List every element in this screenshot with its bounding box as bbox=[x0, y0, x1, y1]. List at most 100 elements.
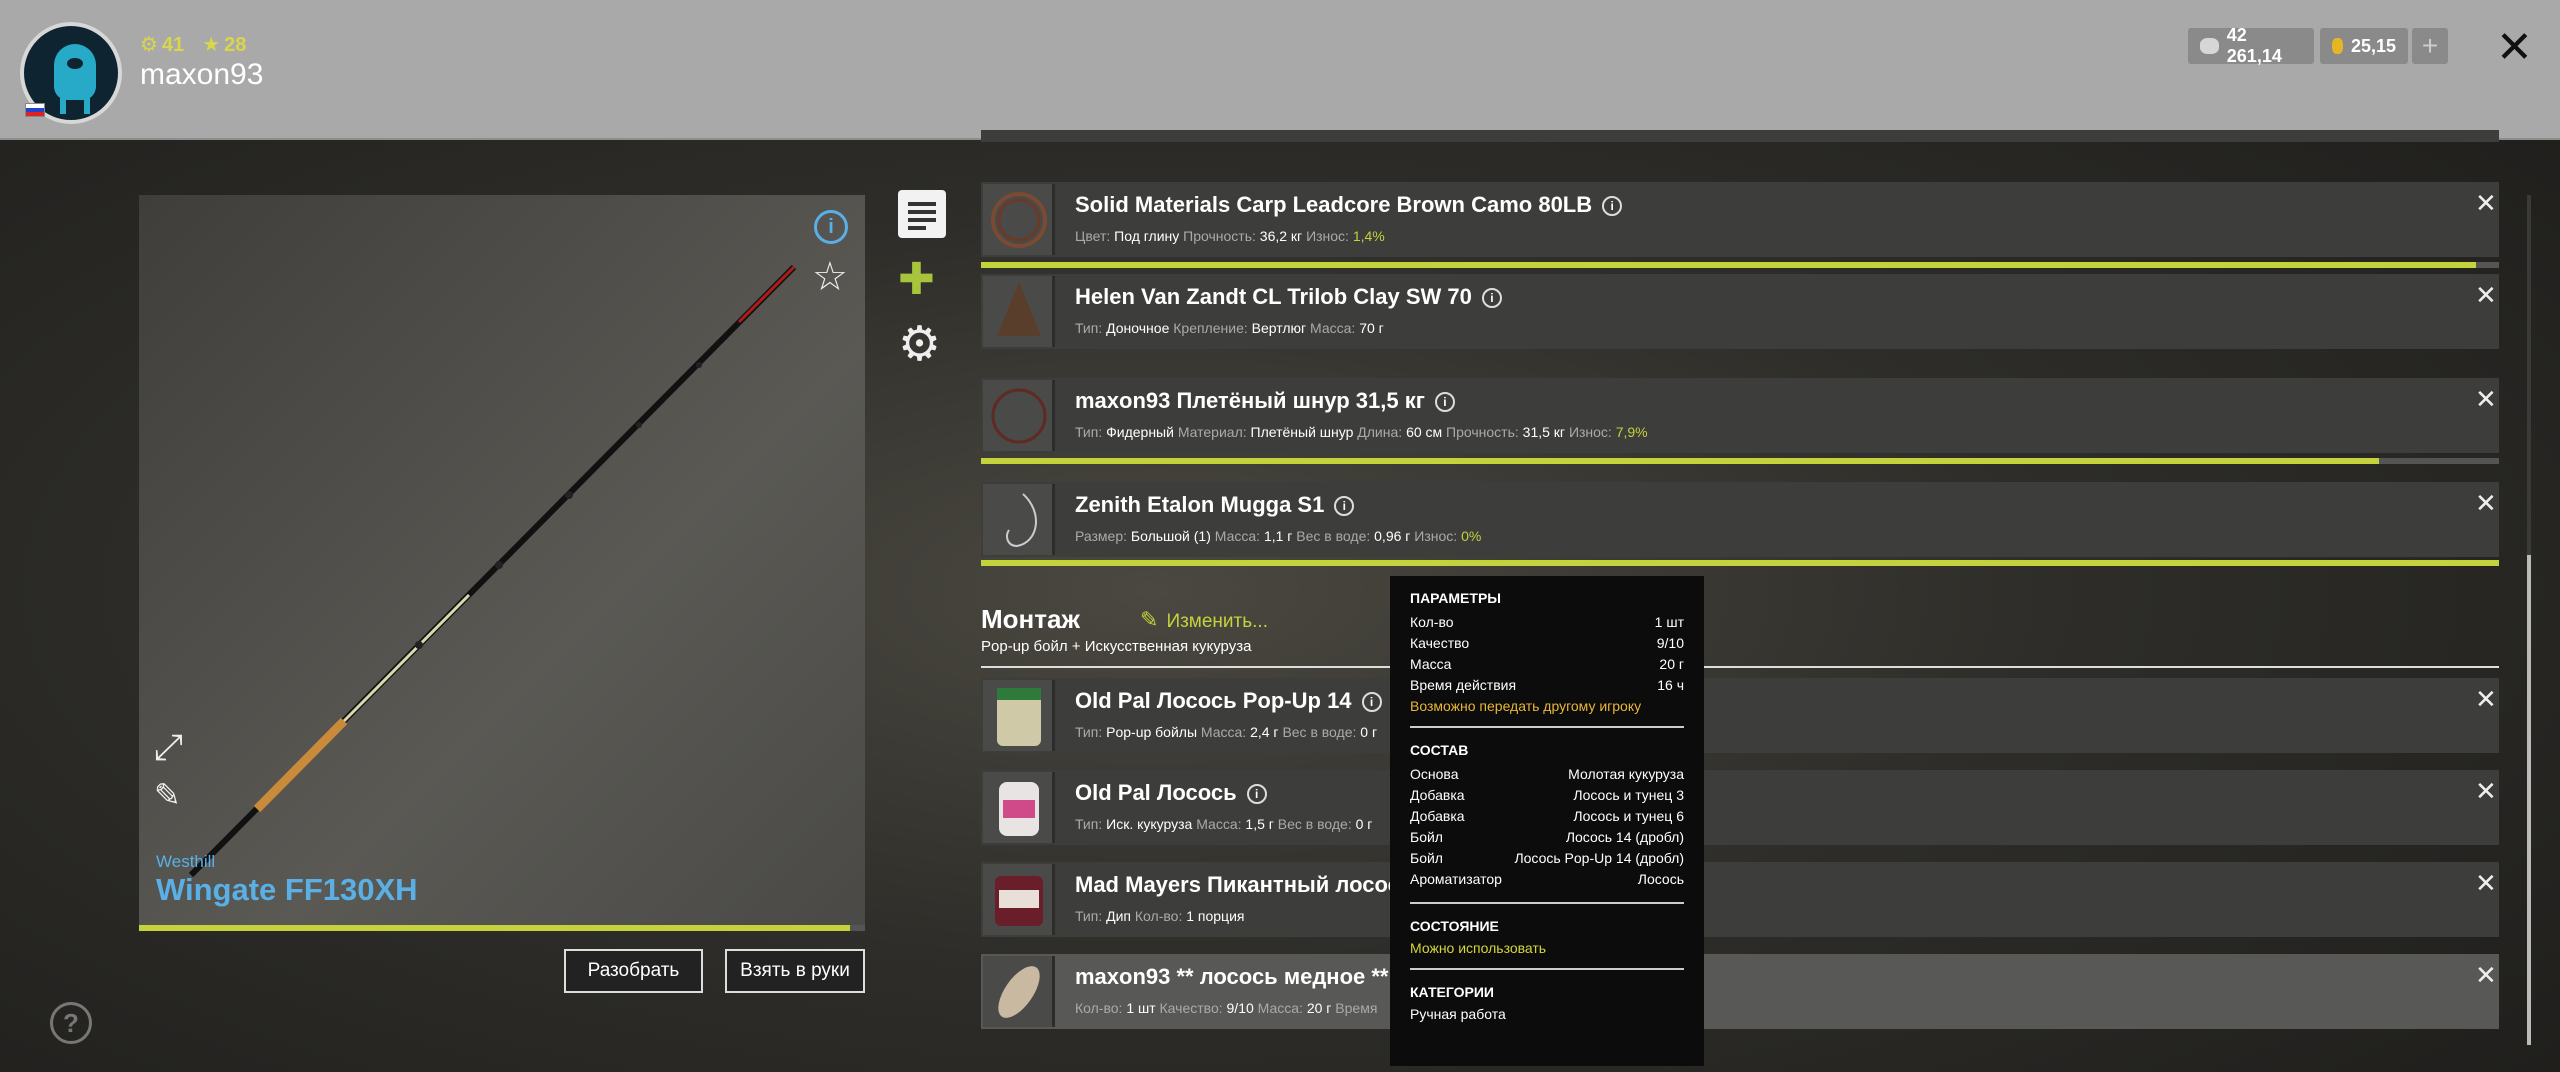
tooltip-row-key: Время действия bbox=[1410, 677, 1517, 693]
player-stats: ⚙ 41 ★ 28 bbox=[140, 32, 246, 57]
tooltip-row-value: Лосось и тунец 3 bbox=[1573, 787, 1684, 803]
item-info-icon[interactable]: i bbox=[1481, 288, 1502, 308]
prop-value: Фидерный bbox=[1106, 424, 1174, 440]
silver-amount: 42 261,14 bbox=[2226, 25, 2282, 66]
expand-icon[interactable]: ⤢ bbox=[154, 726, 183, 769]
item-info-icon[interactable]: i bbox=[1246, 784, 1267, 804]
tooltip-params-title: ПАРАМЕТРЫ bbox=[1410, 590, 1501, 606]
item-thumbnail bbox=[983, 864, 1055, 935]
puzzle-icon[interactable]: ✚ bbox=[898, 254, 946, 304]
prop-value: Pop-up бойлы bbox=[1106, 724, 1198, 740]
prop-value: Доночное bbox=[1106, 320, 1170, 336]
item-thumbnail bbox=[983, 184, 1055, 255]
list-item[interactable]: Solid Materials Carp Leadcore Brown Camo… bbox=[981, 182, 2499, 257]
list-item-selected[interactable]: maxon93 ** лосось медное **i Кол-во: 1 ш… bbox=[981, 954, 2499, 1029]
change-montage-link[interactable]: ✎ Изменить... bbox=[1140, 607, 1268, 633]
rod-preview-panel bbox=[139, 195, 865, 929]
tooltip-row-key: Бойл bbox=[1410, 850, 1443, 866]
tooltip-row-key: Масса bbox=[1410, 656, 1452, 672]
item-info-icon[interactable]: i bbox=[1602, 196, 1623, 216]
level-icon: ⚙ bbox=[140, 34, 158, 56]
prop-value: 1,5 г bbox=[1245, 816, 1274, 832]
list-item[interactable]: Old Pal Лосось Pop-Up 14 i Тип: Pop-up бо… bbox=[981, 678, 2499, 753]
help-icon[interactable]: ? bbox=[50, 1002, 92, 1044]
item-wear-bar bbox=[981, 458, 2499, 464]
remove-item-button[interactable]: ✕ bbox=[2475, 868, 2497, 899]
prop-key: Вес в воде: bbox=[1282, 724, 1361, 740]
tooltip-row-value: Лосось bbox=[1637, 871, 1684, 887]
prop-key: Масса: bbox=[1257, 1000, 1307, 1016]
scrollbar[interactable] bbox=[2527, 195, 2531, 1045]
item-name: maxon93 Плетёный шнур 31,5 кг i bbox=[1075, 388, 1455, 414]
prop-value: 36,2 кг bbox=[1259, 228, 1303, 244]
prop-key: Масса: bbox=[1200, 724, 1251, 740]
prop-key: Длина: bbox=[1357, 424, 1407, 440]
rod-image bbox=[188, 264, 797, 878]
prop-value: Иск. кукуруза bbox=[1106, 816, 1193, 832]
item-thumbnail bbox=[983, 772, 1055, 843]
list-item[interactable]: Helen Van Zandt CL Trilob Clay SW 70 i Ти… bbox=[981, 274, 2499, 349]
russia-flag-icon bbox=[25, 103, 45, 117]
prop-value: 7,9% bbox=[1615, 424, 1648, 440]
document-icon[interactable] bbox=[898, 190, 946, 238]
rod-name: Wingate FF130XH bbox=[156, 872, 418, 907]
remove-item-button[interactable]: ✕ bbox=[2475, 384, 2497, 415]
remove-item-button[interactable]: ✕ bbox=[2475, 960, 2497, 991]
silver-balance: 42 261,14 bbox=[2188, 25, 2314, 66]
player-rank: 28 bbox=[224, 34, 247, 56]
add-currency-button[interactable]: + bbox=[2412, 28, 2448, 64]
item-name: Old Pal Лосось Pop-Up 14 i bbox=[1075, 688, 1382, 714]
paint-brush-icon[interactable]: ✎ bbox=[154, 776, 181, 814]
tooltip-row: Основа Молотая кукуруза bbox=[1410, 764, 1684, 785]
item-props: Тип: Доночное Крепление: Вертлюг Масса: … bbox=[1075, 320, 1384, 336]
gold-coins-icon bbox=[2332, 38, 2343, 54]
item-info-icon[interactable]: i bbox=[1361, 692, 1382, 712]
remove-item-button[interactable]: ✕ bbox=[2475, 684, 2497, 715]
tooltip-row-key: Качество bbox=[1410, 635, 1470, 651]
gear-icon[interactable]: ⚙ bbox=[898, 316, 946, 371]
favorite-star-icon[interactable]: ☆ bbox=[812, 254, 848, 300]
item-info-icon[interactable]: i bbox=[1434, 392, 1455, 412]
montage-subtitle: Pop-up бойл + Искусственная кукуруза bbox=[981, 638, 1252, 655]
tooltip-row-value: Лосось Pop-Up 14 (дробл) bbox=[1514, 850, 1684, 866]
list-item[interactable]: maxon93 Плетёный шнур 31,5 кг i Тип: Фиде… bbox=[981, 378, 2499, 453]
player-level: 41 bbox=[161, 34, 185, 56]
remove-item-button[interactable]: ✕ bbox=[2475, 280, 2497, 311]
prop-value: 31,5 кг bbox=[1522, 424, 1566, 440]
prop-value: 20 г bbox=[1306, 1000, 1332, 1016]
remove-item-button[interactable]: ✕ bbox=[2475, 776, 2497, 807]
prop-value: Большой (1) bbox=[1130, 528, 1211, 544]
prop-value: 1 порция bbox=[1186, 908, 1245, 924]
item-tooltip: ПАРАМЕТРЫ Кол-во 1 шт Качество 9/10 Масса 20 … bbox=[1390, 576, 1704, 1066]
close-button[interactable]: ✕ bbox=[2496, 22, 2533, 73]
prop-value: Дип bbox=[1106, 908, 1132, 924]
prop-value: 60 см bbox=[1406, 424, 1443, 440]
rod-brand: Westhill bbox=[156, 852, 216, 871]
tooltip-row-value: Лосось 14 (дробл) bbox=[1565, 829, 1684, 845]
item-thumbnail bbox=[983, 956, 1055, 1027]
top-bar: ⚙ 41 ★ 28 maxon93 42 261,14 25,15 + ✕ bbox=[0, 0, 2560, 140]
disassemble-button[interactable]: Разобрать bbox=[564, 949, 703, 993]
prop-value: 1,1 г bbox=[1263, 528, 1293, 544]
info-icon[interactable]: i bbox=[814, 210, 848, 244]
list-item-partial bbox=[981, 130, 2499, 142]
list-item[interactable]: Mad Mayers Пикантный лосось Тип: Дип Кол… bbox=[981, 862, 2499, 937]
prop-key: Масса: bbox=[1214, 528, 1264, 544]
tooltip-state-value: Можно использовать bbox=[1410, 940, 1547, 956]
take-in-hands-button[interactable]: Взять в руки bbox=[725, 949, 865, 993]
prop-value: 0% bbox=[1461, 528, 1482, 544]
remove-item-button[interactable]: ✕ bbox=[2475, 188, 2497, 219]
tooltip-categories-title: КАТЕГОРИИ bbox=[1410, 984, 1494, 1000]
gold-amount: 25,15 bbox=[2350, 35, 2396, 56]
item-info-icon[interactable]: i bbox=[1334, 496, 1355, 516]
list-item[interactable]: Zenith Etalon Mugga S1 i Размер: Большой … bbox=[981, 482, 2499, 557]
prop-value: 1,4% bbox=[1352, 228, 1385, 244]
remove-item-button[interactable]: ✕ bbox=[2475, 488, 2497, 519]
prop-key: Вес в воде: bbox=[1277, 816, 1356, 832]
tooltip-row-key: Добавка bbox=[1410, 787, 1465, 803]
item-props: Кол-во: 1 шт Качество: 9/10 Масса: 20 г … bbox=[1075, 1000, 1377, 1016]
list-item[interactable]: Old Pal Лосось i Тип: Иск. кукуруза Масса… bbox=[981, 770, 2499, 845]
prop-key: Прочность: bbox=[1183, 228, 1260, 244]
tooltip-composition-title: СОСТАВ bbox=[1410, 742, 1469, 758]
prop-key: Прочность: bbox=[1446, 424, 1523, 440]
